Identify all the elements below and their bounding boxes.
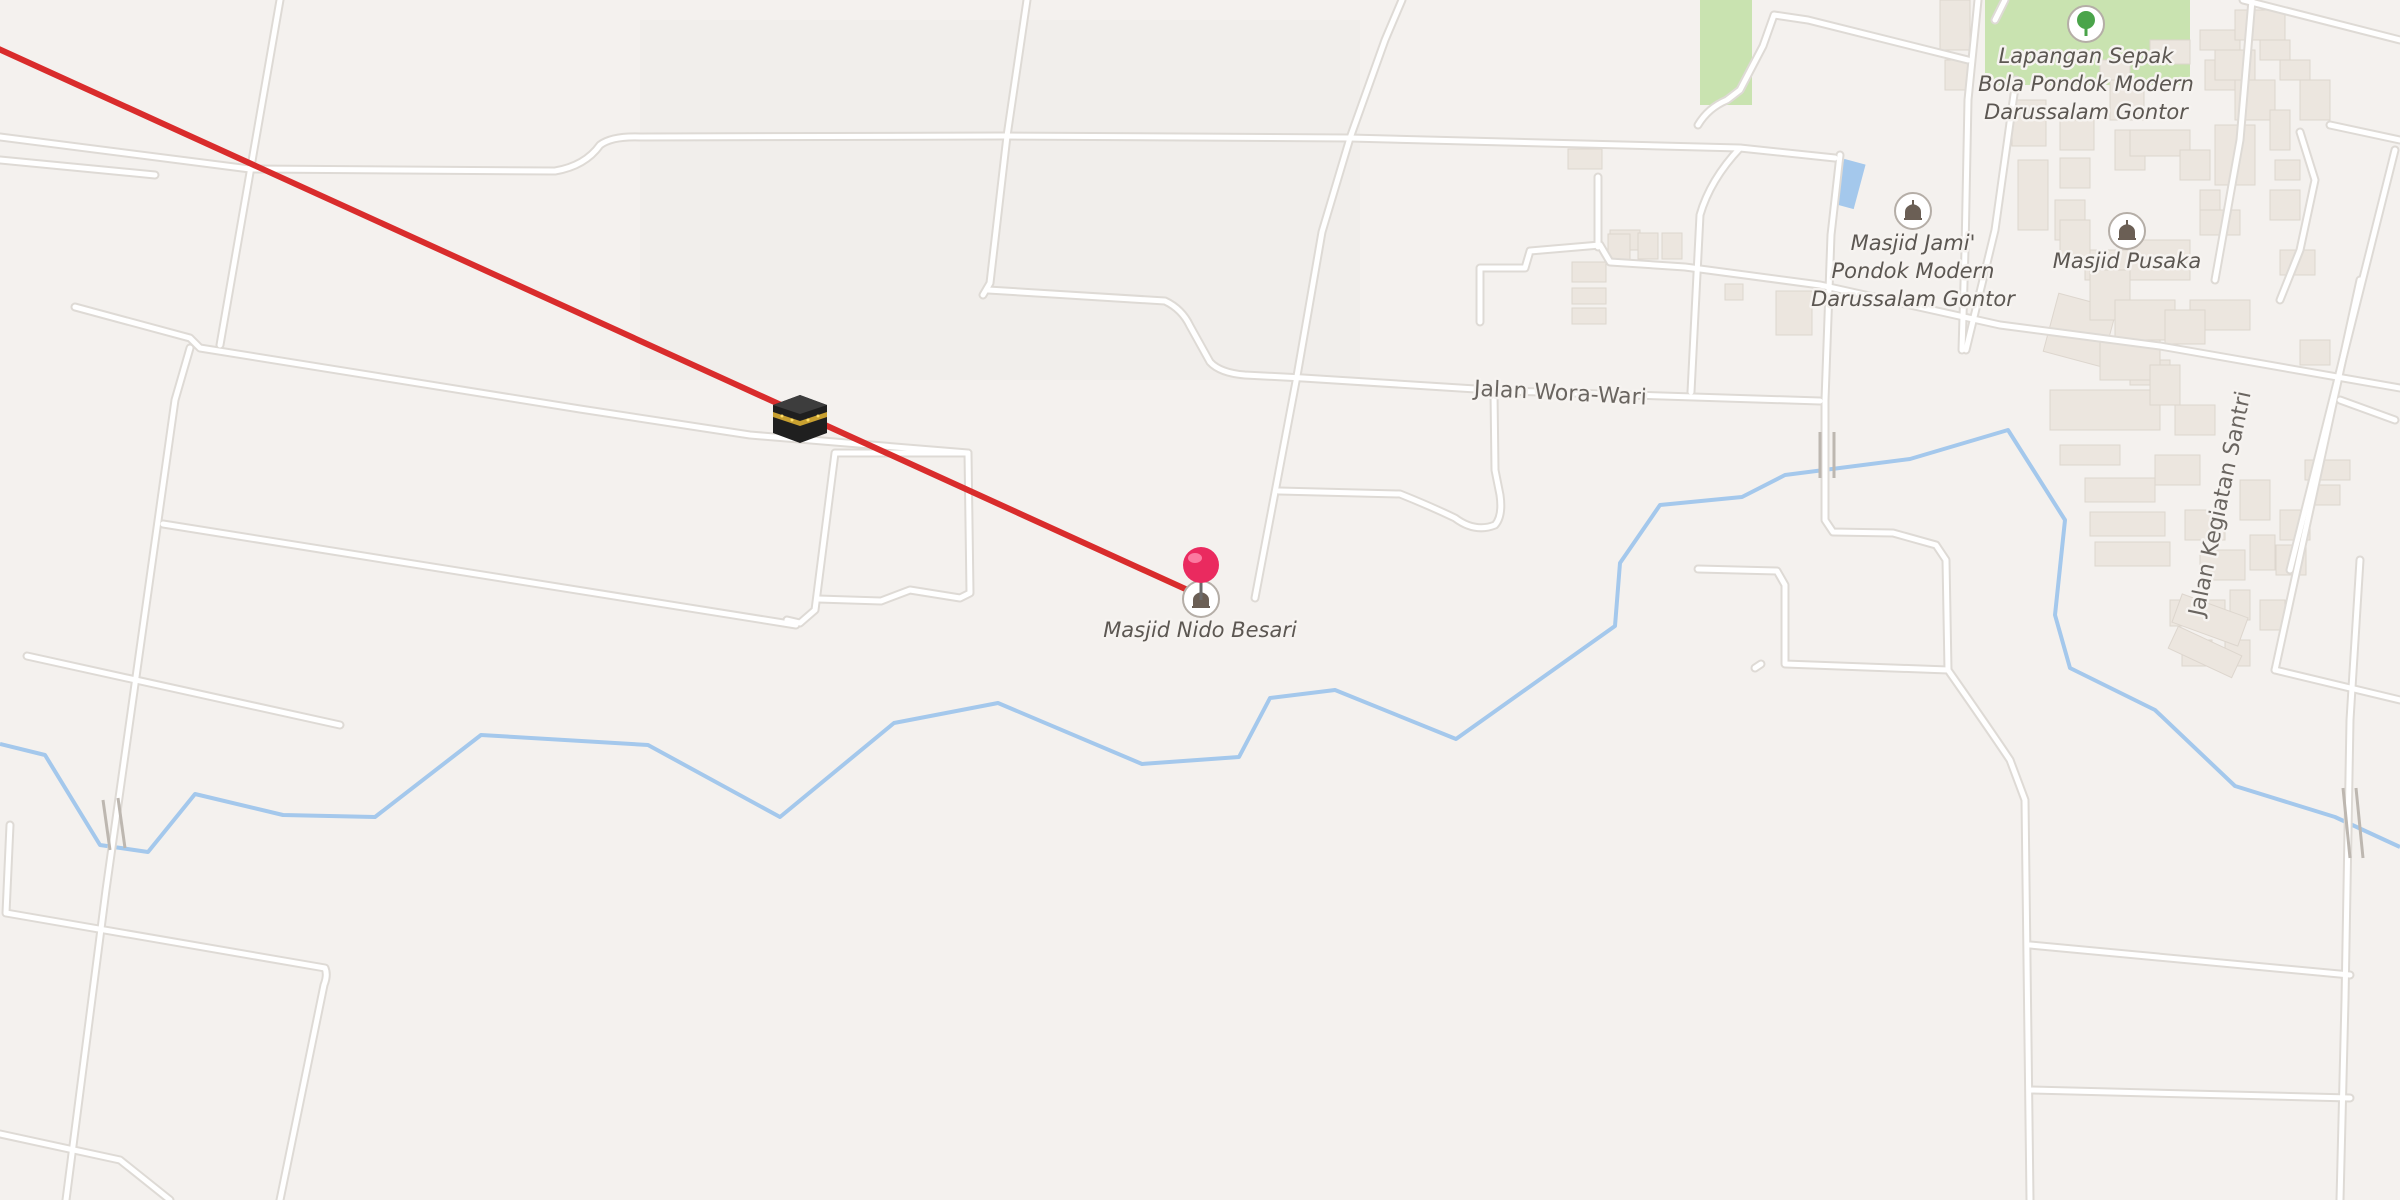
mosque-icon bbox=[1894, 192, 1932, 230]
poi-label: Bola Pondok Modern bbox=[1978, 72, 2194, 96]
poi-label: Lapangan Sepak bbox=[1999, 44, 2175, 68]
kaaba-icon[interactable] bbox=[773, 395, 827, 443]
poi-label: Pondok Modern bbox=[1832, 259, 1995, 283]
map-canvas[interactable]: Masjid Nido Besari Masjid Jami' Pondok M… bbox=[0, 0, 2400, 1200]
poi-label: Darussalam Gontor bbox=[1984, 100, 2189, 124]
poi-label: Masjid Nido Besari bbox=[1103, 618, 1297, 642]
poi-label: Darussalam Gontor bbox=[1811, 287, 2016, 311]
tree-icon bbox=[2067, 5, 2105, 43]
poi-label: Masjid Jami' bbox=[1851, 231, 1976, 255]
poi-label: Masjid Pusaka bbox=[2053, 249, 2201, 273]
mosque-icon bbox=[2108, 212, 2146, 250]
